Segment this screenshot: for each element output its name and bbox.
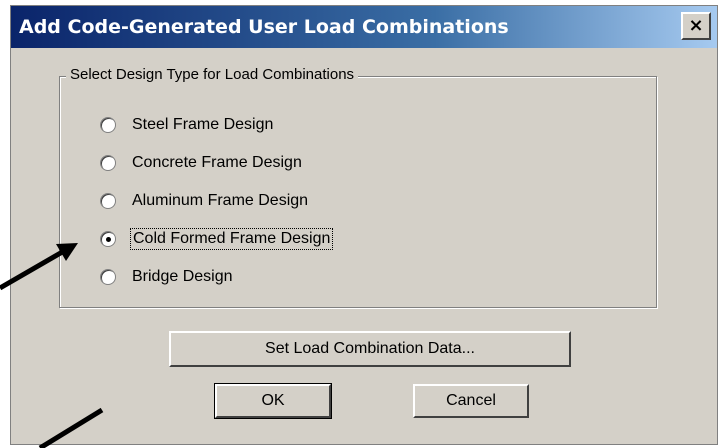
annotation-arrows	[0, 243, 104, 448]
arrow-to-selected-option-icon	[0, 243, 78, 291]
arrow-to-ok-button-icon	[38, 407, 104, 448]
